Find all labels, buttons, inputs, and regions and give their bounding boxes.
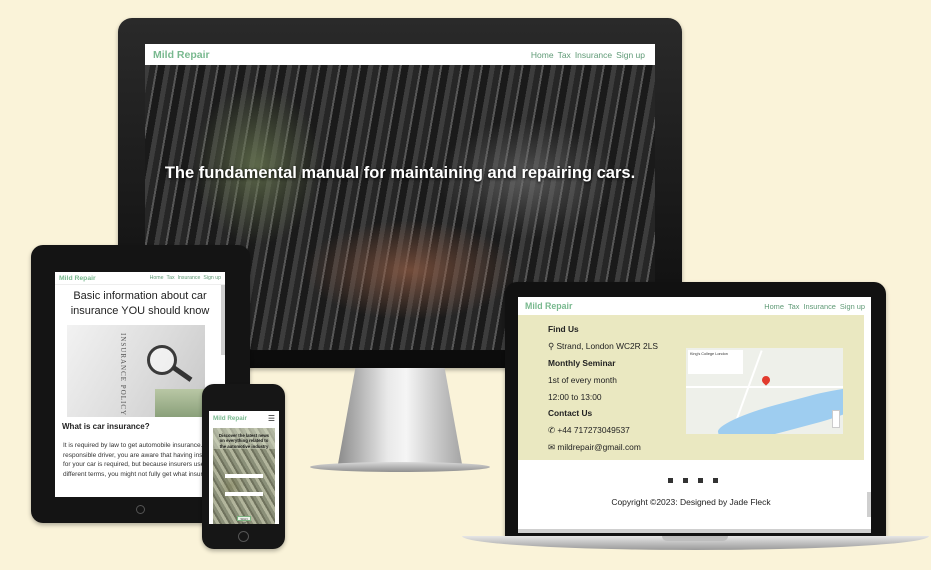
signup-name-field[interactable] (225, 474, 263, 478)
laptop-nav-home[interactable]: Home (764, 302, 784, 311)
tablet-nav-tax[interactable]: Tax (167, 275, 175, 281)
laptop-device: Mild Repair Home Tax Insurance Sign up F… (505, 282, 886, 538)
phone-line: ✆ +44 717273049537 (548, 422, 658, 439)
social-icons (668, 478, 718, 483)
contact-panel: Find Us ⚲ Strand, London WC2R 2LS Monthl… (518, 315, 864, 460)
tablet-home-button (136, 505, 145, 514)
hero-title: The fundamental manual for maintaining a… (164, 164, 636, 182)
desktop-brand-logo[interactable]: Mild Repair (153, 49, 210, 61)
magnifier-handle (171, 365, 193, 382)
signup-card-text: Discover the latest news on everything r… (213, 428, 275, 449)
desktop-navbar: Mild Repair Home Tax Insurance Sign up (145, 44, 655, 65)
youtube-icon[interactable] (698, 478, 703, 483)
twitter-icon[interactable] (683, 478, 688, 483)
tablet-nav-signup[interactable]: Sign up (203, 275, 221, 281)
tablet-navbar: Mild Repair Home Tax Insurance Sign up (55, 272, 225, 285)
laptop-base (462, 536, 929, 550)
insurance-policy-image: INSURANCE POLICY (67, 325, 205, 417)
policy-image-text: INSURANCE POLICY (119, 333, 127, 417)
seminar-heading: Monthly Seminar (548, 357, 616, 368)
phone-screen: Mild Repair ☰ Discover the latest news o… (209, 411, 279, 524)
insurance-heading: Basic information about car insurance YO… (70, 290, 210, 317)
nav-link-signup[interactable]: Sign up (616, 50, 645, 60)
insurance-paragraph: It is required by law to get automobile … (63, 442, 223, 478)
tablet-brand-logo[interactable]: Mild Repair (59, 275, 96, 282)
facebook-icon[interactable] (668, 478, 673, 483)
map-place-name: King's College London (690, 352, 728, 356)
laptop-scrollbar[interactable] (867, 492, 871, 517)
location-map[interactable]: King's College London (686, 348, 843, 434)
laptop-nav-signup[interactable]: Sign up (840, 302, 865, 311)
email-line: ✉ mildrepair@gmail.com (548, 439, 658, 456)
map-road (686, 386, 843, 388)
signup-card: Discover the latest news on everything r… (213, 428, 275, 524)
tablet-nav-links: Home Tax Insurance Sign up (150, 275, 221, 281)
address-line: ⚲ Strand, London WC2R 2LS (548, 338, 658, 355)
phone-home-button (238, 531, 249, 542)
laptop-notch (662, 536, 728, 541)
seminar-day: 1st of every month (548, 374, 617, 385)
seminar-time: 12:00 to 13:00 (548, 391, 602, 402)
contact-heading: Contact Us (548, 408, 593, 419)
monitor-stand (338, 368, 462, 464)
laptop-nav-links: Home Tax Insurance Sign up (764, 302, 865, 311)
tablet-scrollbar[interactable] (221, 285, 225, 355)
desktop-nav-links: Home Tax Insurance Sign up (531, 50, 645, 60)
footer-copyright: Copyright ©2023: Designed by Jade Fleck (611, 497, 771, 507)
phone-device: Mild Repair ☰ Discover the latest news o… (202, 384, 285, 549)
laptop-brand-logo[interactable]: Mild Repair (525, 301, 572, 311)
nav-link-insurance[interactable]: Insurance (575, 50, 612, 60)
nav-link-home[interactable]: Home (531, 50, 554, 60)
monitor-stand-base (310, 462, 490, 472)
phone-number[interactable]: +44 717273049537 (557, 425, 629, 435)
banknotes-image (155, 389, 205, 417)
mail-icon[interactable] (713, 478, 718, 483)
address-text: Strand, London WC2R 2LS (556, 340, 658, 351)
laptop-screen: Mild Repair Home Tax Insurance Sign up F… (518, 297, 871, 533)
email-address[interactable]: mildrepair@gmail.com (557, 442, 640, 452)
tablet-nav-home[interactable]: Home (150, 275, 164, 281)
laptop-navbar: Mild Repair Home Tax Insurance Sign up (518, 297, 871, 315)
nav-link-tax[interactable]: Tax (558, 50, 571, 60)
laptop-nav-tax[interactable]: Tax (788, 302, 800, 311)
signup-email-field[interactable] (225, 492, 263, 496)
envelope-icon: ✉ (548, 442, 558, 453)
laptop-nav-insurance[interactable]: Insurance (803, 302, 835, 311)
hamburger-icon[interactable]: ☰ (268, 414, 275, 423)
phone-brand-logo[interactable]: Mild Repair (213, 415, 247, 422)
phone-navbar: Mild Repair ☰ (209, 411, 279, 425)
find-us-heading: Find Us (548, 324, 579, 334)
contact-info: Find Us ⚲ Strand, London WC2R 2LS Monthl… (548, 321, 658, 456)
map-place-card[interactable]: King's College London (688, 350, 743, 374)
tablet-screen: Mild Repair Home Tax Insurance Sign up B… (55, 272, 225, 497)
tablet-nav-insurance[interactable]: Insurance (178, 275, 201, 281)
signup-button[interactable]: SIGN UP (237, 516, 251, 524)
map-pin-icon[interactable] (760, 374, 772, 386)
laptop-horizontal-scrollbar[interactable] (518, 529, 871, 533)
phone-icon: ✆ (548, 425, 558, 436)
map-zoom-control[interactable] (832, 410, 840, 428)
insurance-subheading: What is car insurance? (62, 422, 150, 431)
